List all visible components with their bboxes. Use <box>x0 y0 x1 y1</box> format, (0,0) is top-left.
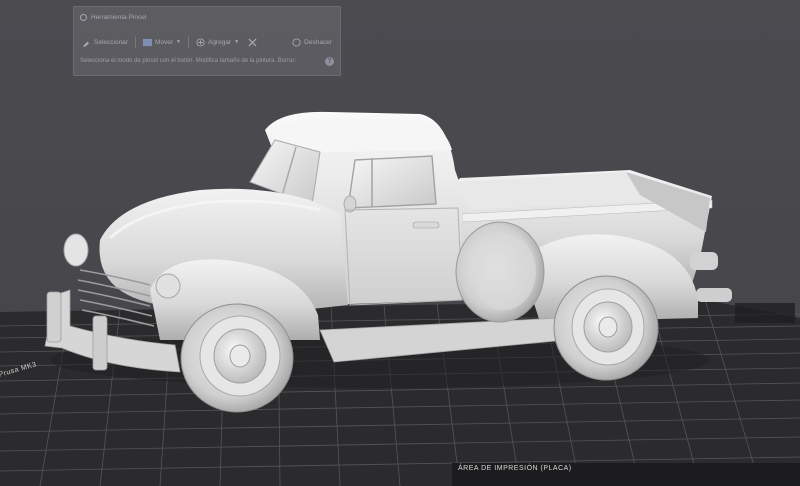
brush-tool-icon <box>80 13 87 21</box>
undo-icon <box>292 37 301 47</box>
tool-separator <box>134 36 136 48</box>
tool-hint-text: Selecciona el modo de pincel con el botó… <box>80 58 297 64</box>
info-icon[interactable]: ? <box>325 57 334 66</box>
tool-separator <box>187 36 189 48</box>
move-button[interactable]: Mover ▼ <box>141 35 183 49</box>
paint-tool-panel: Herramienta Pincel Seleccionar Mover ▼ A… <box>73 6 341 76</box>
add-icon <box>196 37 205 47</box>
add-button[interactable]: Agregar ▼ <box>194 35 241 49</box>
undo-button[interactable]: Deshacer <box>290 35 334 49</box>
build-plate-label-bottom: ÁREA DE IMPRESIÓN (PLACA) <box>458 465 572 472</box>
select-brush-button[interactable]: Seleccionar <box>80 35 130 49</box>
add-label: Agregar <box>207 38 232 46</box>
move-label: Mover <box>154 38 174 46</box>
add-dropdown-caret-icon[interactable]: ▼ <box>234 39 239 45</box>
move-dropdown-caret-icon[interactable]: ▼ <box>176 39 181 45</box>
panel-header: Herramienta Pincel <box>80 11 146 23</box>
remove-button[interactable] <box>246 35 262 49</box>
remove-icon <box>248 37 257 47</box>
undo-label: Deshacer <box>304 38 332 46</box>
move-icon <box>142 38 152 46</box>
brush-icon <box>82 41 90 47</box>
tool-row: Seleccionar Mover ▼ Agregar ▼ Deshacer <box>80 34 334 50</box>
panel-title: Herramienta Pincel <box>91 13 147 21</box>
select-brush-label: Seleccionar <box>94 38 128 46</box>
